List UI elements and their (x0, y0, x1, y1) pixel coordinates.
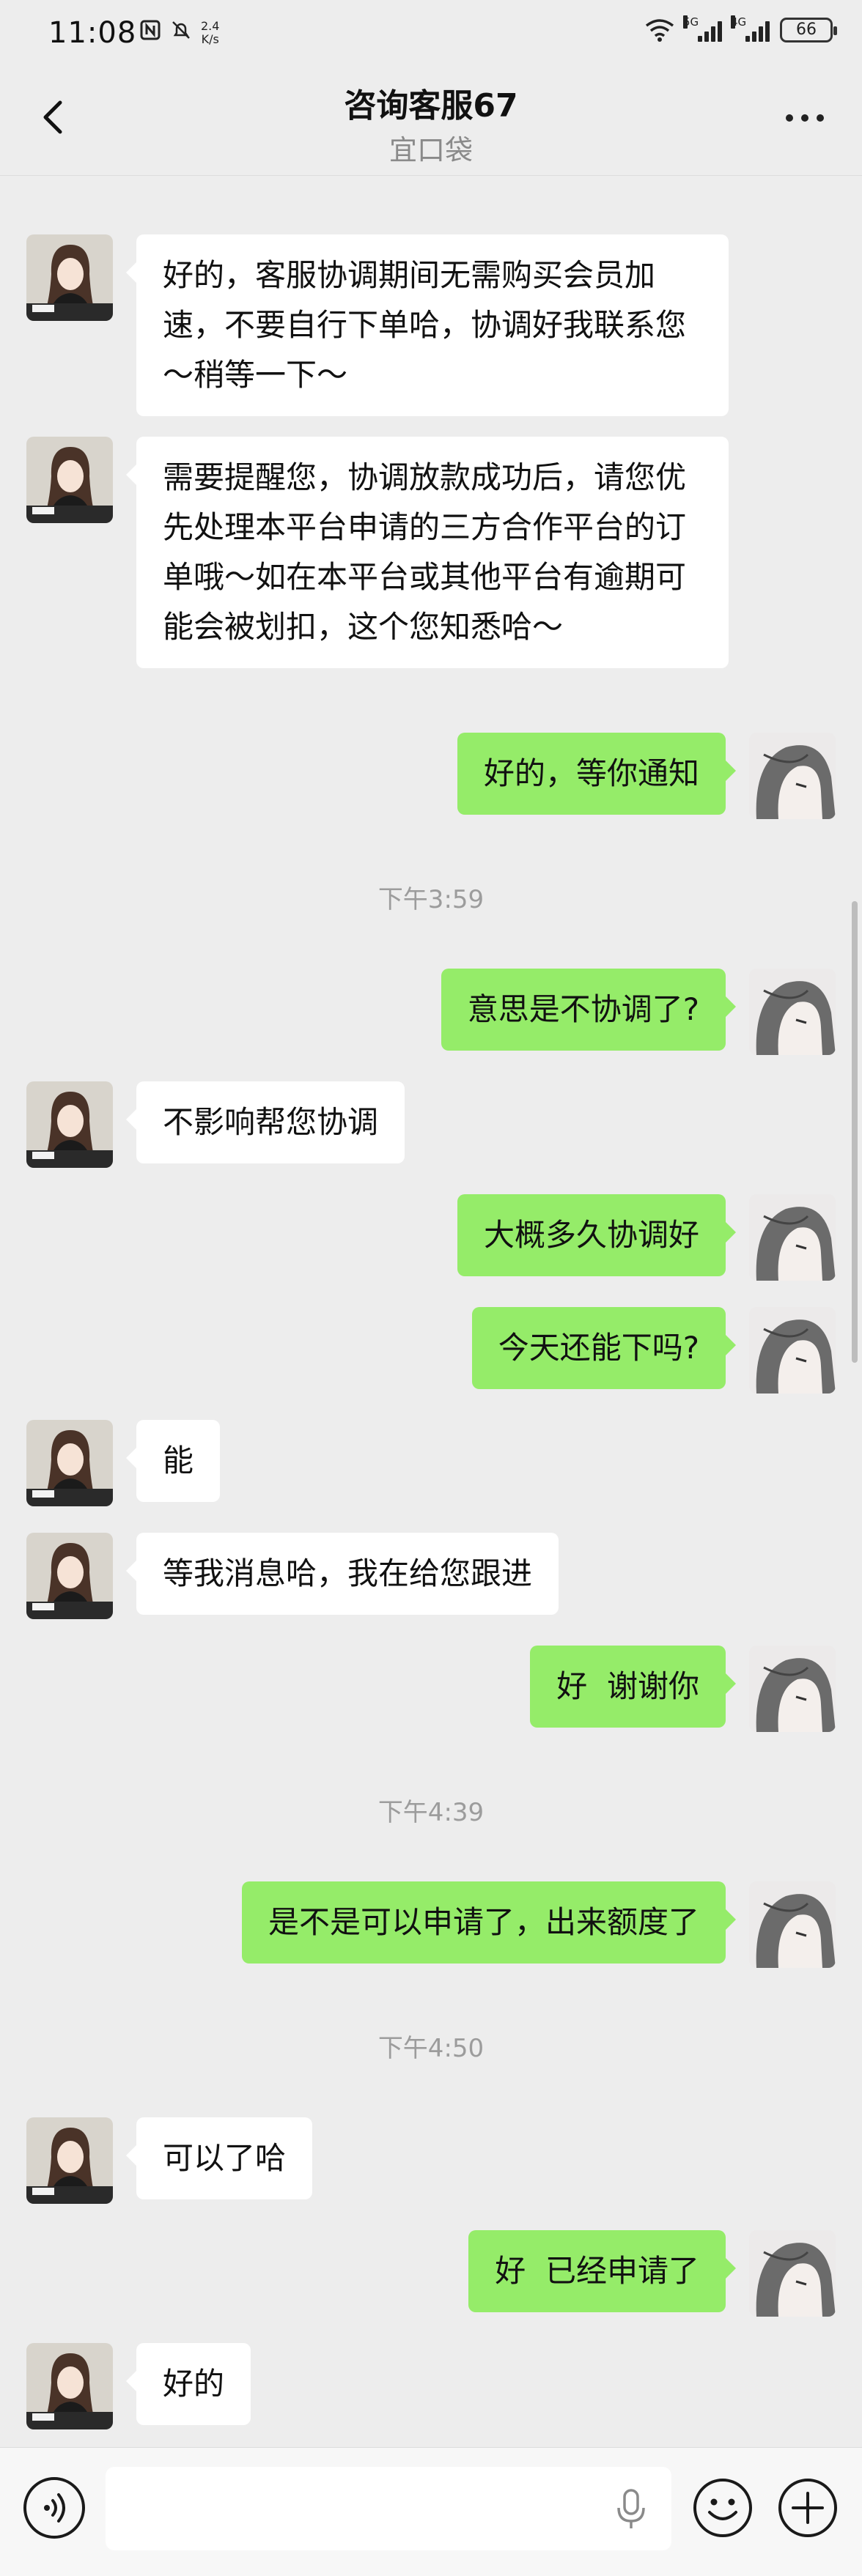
battery-icon: 66 (780, 18, 837, 42)
message-received: 不影响帮您协调 (26, 1081, 405, 1168)
message-bubble[interactable]: 好 谢谢你 (530, 1646, 736, 1728)
avatar-agent[interactable] (26, 1081, 113, 1168)
timestamp: 下午4:39 (377, 1798, 485, 1827)
timestamp: 下午4:50 (377, 2034, 485, 2063)
status-left-icons: 2.4 K/s (139, 19, 219, 47)
message-bubble[interactable]: 好 已经申请了 (468, 2230, 736, 2312)
avatar-agent[interactable] (26, 1533, 113, 1619)
voice-icon[interactable] (23, 2477, 85, 2539)
message-bubble[interactable]: 今天还能下吗? (471, 1307, 737, 1389)
signal-4g-icon: 4G (731, 15, 770, 42)
message-bubble[interactable]: 意思是不协调了? (441, 969, 737, 1051)
avatar-user[interactable] (749, 1194, 836, 1281)
status-time: 11:08 (48, 16, 137, 50)
avatar-user[interactable] (749, 733, 836, 819)
avatar-agent[interactable] (26, 234, 113, 321)
chat-subtitle: 宜口袋 (388, 134, 473, 166)
message-received: 可以了哈 (26, 2117, 313, 2204)
more-dots-icon[interactable] (786, 114, 824, 122)
message-bubble[interactable]: 好的，等你通知 (457, 733, 737, 815)
message-bubble[interactable]: 好的 (125, 2343, 251, 2425)
avatar-agent[interactable] (26, 1420, 113, 1506)
avatar-agent[interactable] (26, 2117, 113, 2204)
message-bubble[interactable]: 大概多久协调好 (457, 1194, 737, 1276)
message-bubble[interactable]: 不影响帮您协调 (125, 1081, 405, 1163)
message-input[interactable] (106, 2467, 671, 2550)
microphone-icon[interactable] (613, 2487, 649, 2531)
message-sent: 好 谢谢你 (530, 1646, 836, 1732)
message-bubble[interactable]: 好的，客服协调期间无需购买会员加速，不要自行下单哈，协调好我联系您～稍等一下～ (126, 234, 729, 416)
message-bubble[interactable]: 可以了哈 (125, 2117, 313, 2199)
signal2-label: 4G (731, 15, 747, 29)
nfc-icon (139, 19, 161, 47)
net-speed-unit: K/s (201, 32, 219, 46)
status-bar: 11:08 2.4 K/s 5G 4G 66 (0, 0, 862, 73)
message-received: 好的，客服协调期间无需购买会员加速，不要自行下单哈，协调好我联系您～稍等一下～ (26, 234, 729, 416)
avatar-agent[interactable] (26, 2343, 113, 2429)
chat-area[interactable]: 好的，客服协调期间无需购买会员加速，不要自行下单哈，协调好我联系您～稍等一下～ … (0, 176, 862, 2447)
avatar-user[interactable] (749, 1646, 836, 1732)
message-received: 好的 (26, 2343, 251, 2429)
signal1-label: 5G (683, 15, 699, 29)
message-received: 需要提醒您，协调放款成功后，请您优先处理本平台申请的三方合作平台的订单哦～如在本… (26, 437, 729, 668)
message-sent: 好 已经申请了 (468, 2230, 836, 2317)
message-sent: 意思是不协调了? (441, 969, 836, 1055)
message-bubble[interactable]: 等我消息哈，我在给您跟进 (125, 1533, 559, 1615)
scrollbar[interactable] (852, 901, 858, 1363)
avatar-agent[interactable] (26, 437, 113, 523)
input-bar (0, 2447, 862, 2576)
message-sent: 大概多久协调好 (457, 1194, 836, 1281)
message-bubble[interactable]: 能 (125, 1420, 221, 1502)
message-sent: 好的，等你通知 (457, 733, 836, 819)
avatar-user[interactable] (749, 1881, 836, 1968)
message-bubble[interactable]: 需要提醒您，协调放款成功后，请您优先处理本平台申请的三方合作平台的订单哦～如在本… (126, 437, 729, 668)
message-sent: 是不是可以申请了，出来额度了 (241, 1881, 836, 1968)
message-received: 能 (26, 1420, 221, 1506)
plus-icon[interactable] (777, 2477, 839, 2539)
chat-header: 咨询客服67 宜口袋 (0, 73, 862, 176)
mute-bell-icon (170, 19, 192, 47)
timestamp: 下午3:59 (377, 885, 485, 914)
avatar-user[interactable] (749, 969, 836, 1055)
signal-5g-icon: 5G (683, 15, 722, 42)
message-bubble[interactable]: 是不是可以申请了，出来额度了 (241, 1881, 737, 1964)
status-right-icons: 5G 4G 66 (645, 15, 837, 42)
net-speed: 2.4 K/s (201, 20, 219, 46)
message-sent: 今天还能下吗? (471, 1307, 836, 1394)
avatar-user[interactable] (749, 2230, 836, 2317)
message-received: 等我消息哈，我在给您跟进 (26, 1533, 559, 1619)
chat-title: 咨询客服67 (344, 87, 518, 125)
emoji-icon[interactable] (692, 2477, 754, 2539)
net-speed-value: 2.4 (201, 19, 220, 33)
avatar-user[interactable] (749, 1307, 836, 1394)
wifi-icon (645, 19, 674, 42)
